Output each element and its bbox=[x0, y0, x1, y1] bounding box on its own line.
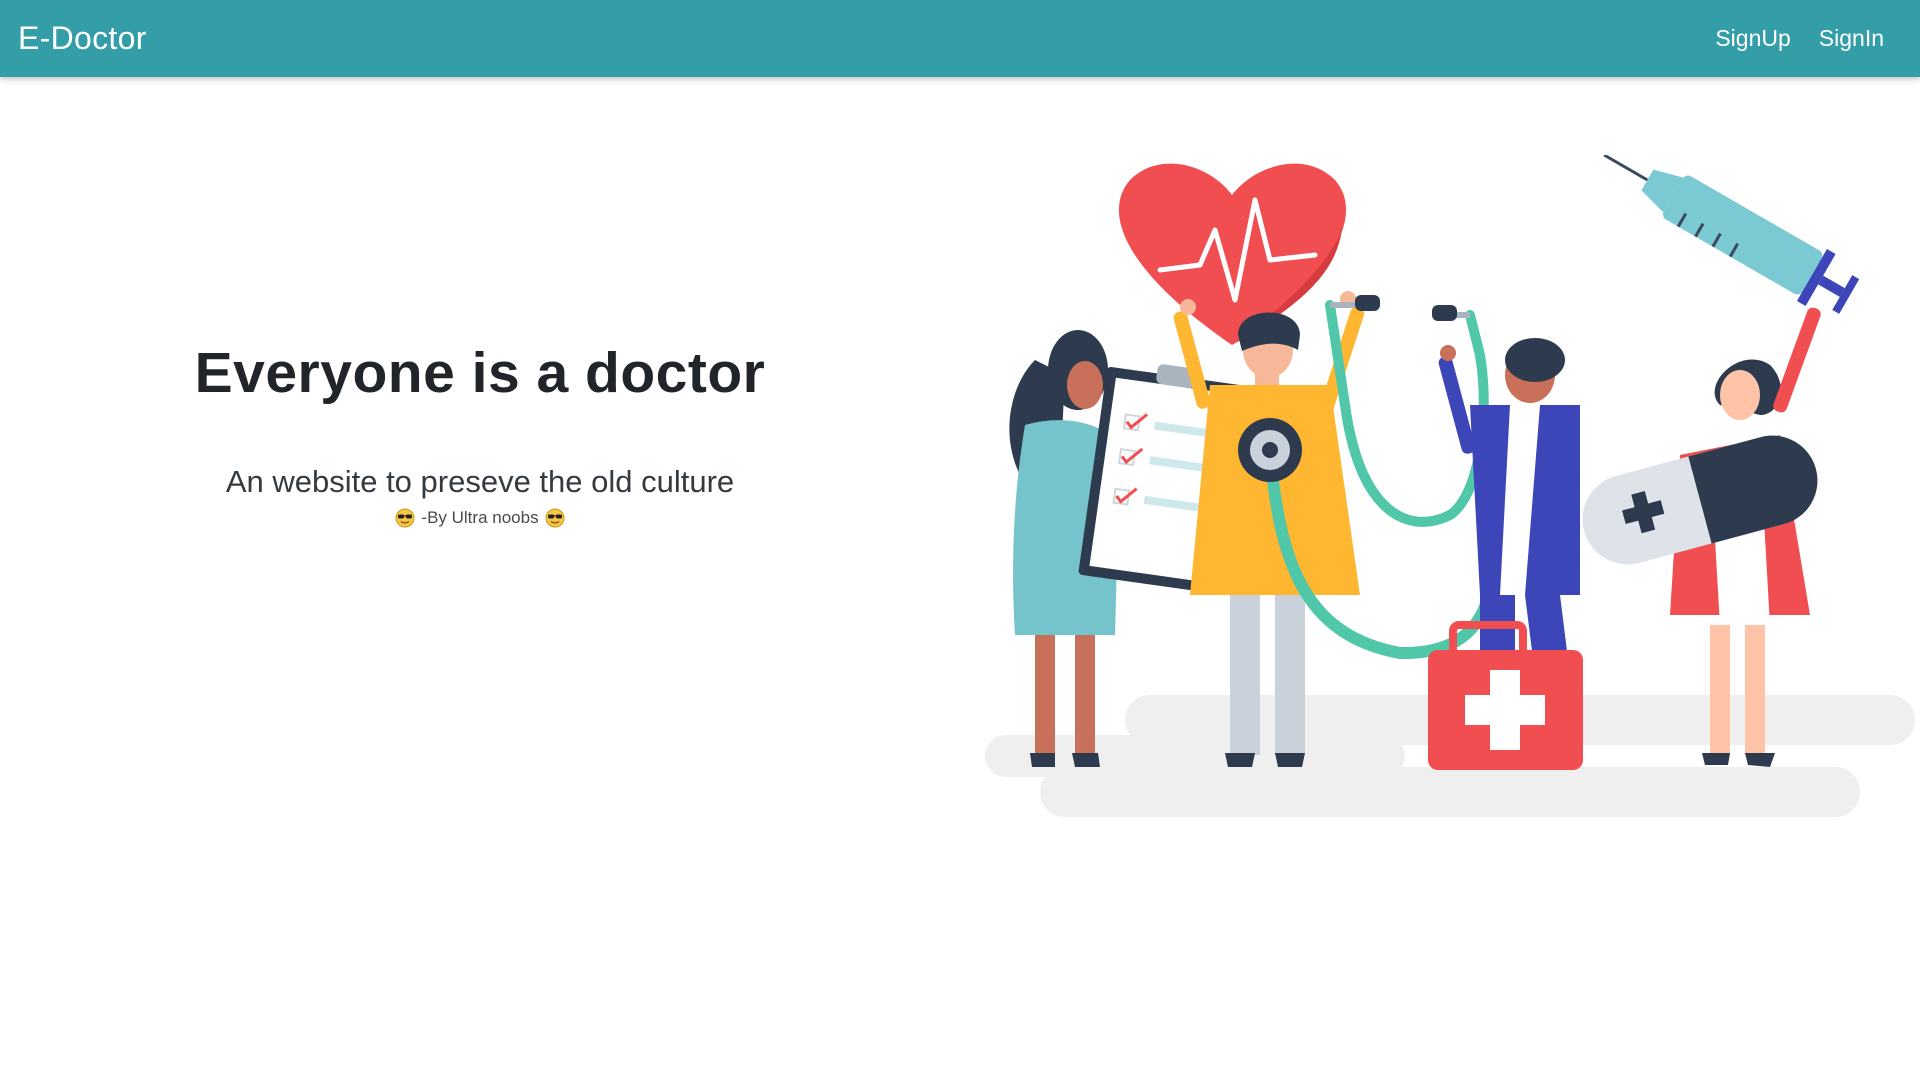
syringe-icon bbox=[1603, 155, 1860, 314]
hero-credit: -By Ultra noobs bbox=[80, 508, 880, 528]
hero-subtitle: An website to preseve the old culture bbox=[225, 464, 735, 499]
signup-link[interactable]: SignUp bbox=[1715, 25, 1790, 52]
medical-team-illustration bbox=[985, 155, 1915, 817]
credit-text: -By Ultra noobs bbox=[421, 508, 539, 527]
nav-links: SignUp SignIn bbox=[1715, 25, 1902, 52]
hero-title: Everyone is a doctor bbox=[194, 341, 766, 405]
sunglasses-face-icon bbox=[545, 508, 565, 528]
hero-section: Everyone is a doctor An website to prese… bbox=[80, 340, 880, 528]
signin-link[interactable]: SignIn bbox=[1819, 25, 1884, 52]
brand-link[interactable]: E-Doctor bbox=[18, 20, 147, 57]
heart-icon bbox=[1118, 163, 1347, 345]
navbar: E-Doctor SignUp SignIn bbox=[0, 0, 1920, 77]
sunglasses-face-icon bbox=[395, 508, 415, 528]
